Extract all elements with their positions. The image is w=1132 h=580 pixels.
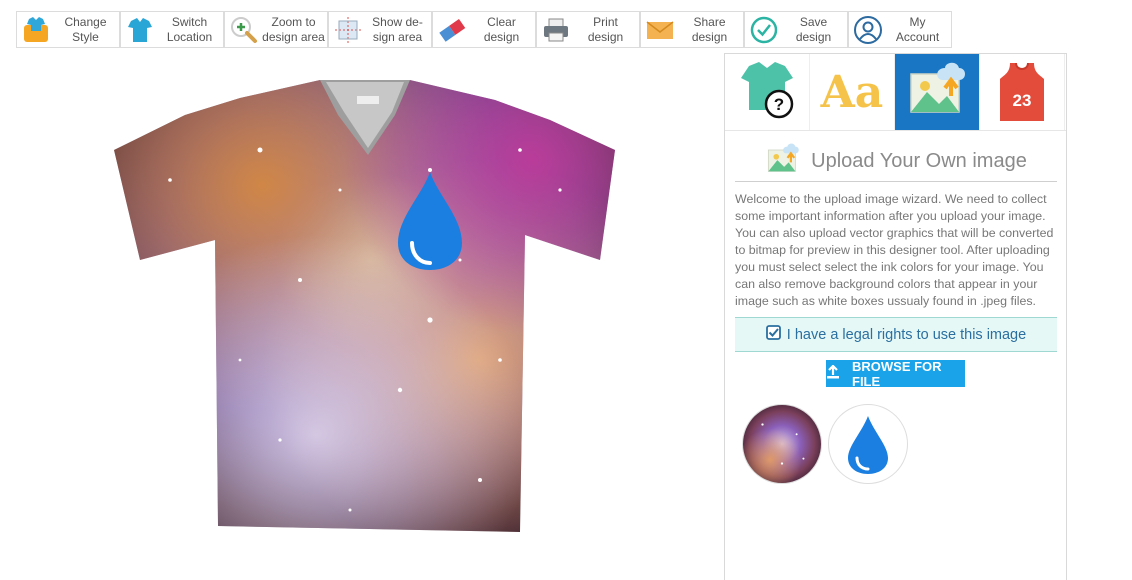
switch-location-button[interactable]: Switch Location <box>120 11 224 48</box>
print-design-button[interactable]: Print design <box>536 11 640 48</box>
browse-for-file-label: BROWSE FOR FILE <box>852 358 942 389</box>
upload-heading: Upload Your Own image <box>735 142 1057 182</box>
tab-upload-image[interactable] <box>895 54 980 130</box>
image-upload-icon <box>905 60 969 125</box>
upload-arrow-icon <box>826 364 840 382</box>
save-design-label: Save design <box>795 14 832 44</box>
shirt-basket-icon <box>20 14 52 46</box>
my-account-label: My Account <box>895 14 940 44</box>
tab-product-help[interactable]: ? <box>725 54 810 130</box>
design-area-icon <box>332 14 364 46</box>
legal-rights-checkbox[interactable]: I have a legal rights to use this image <box>735 317 1057 352</box>
galaxy-thumbnail[interactable] <box>742 404 822 484</box>
upload-description: Welcome to the upload image wizard. We n… <box>735 192 1054 308</box>
svg-text:?: ? <box>774 95 784 114</box>
checkmark-icon <box>748 14 780 46</box>
browse-for-file-button[interactable]: BROWSE FOR FILE <box>826 358 965 389</box>
save-design-button[interactable]: Save design <box>744 11 848 48</box>
tab-jersey[interactable]: 23 <box>980 54 1065 130</box>
change-style-button[interactable]: Change Style <box>16 11 120 48</box>
toolbar: Change Style Switch Location Zoom to des… <box>16 11 952 48</box>
switch-location-label: Switch Location <box>166 14 213 44</box>
envelope-icon <box>644 14 676 46</box>
tshirt-preview <box>114 80 615 532</box>
text-aa-icon: Aa <box>820 66 884 118</box>
tool-tabs: ? Aa 23 <box>725 54 1066 131</box>
tab-text[interactable]: Aa <box>810 54 895 130</box>
image-upload-small-icon <box>765 142 801 181</box>
upload-title: Upload Your Own image <box>811 150 1027 172</box>
zoom-design-area-button[interactable]: Zoom to design area <box>224 11 328 48</box>
water-drop-thumbnail[interactable] <box>828 404 908 484</box>
printer-icon <box>540 14 572 46</box>
shirt-switch-icon <box>124 14 156 46</box>
designer-side-panel: ? Aa 23 Upload Your Own image Welcome to… <box>724 53 1067 580</box>
shirt-question-icon: ? <box>735 60 799 125</box>
clear-design-label: Clear design <box>483 14 520 44</box>
design-canvas[interactable] <box>100 60 640 560</box>
jersey-icon: 23 <box>994 61 1050 123</box>
show-design-area-label: Show de- sign area <box>372 14 423 44</box>
print-design-label: Print design <box>587 14 624 44</box>
jersey-number: 23 <box>1012 91 1032 110</box>
clear-design-button[interactable]: Clear design <box>432 11 536 48</box>
zoom-in-icon <box>228 14 260 46</box>
uploaded-images <box>742 404 908 484</box>
my-account-button[interactable]: My Account <box>848 11 952 48</box>
change-style-label: Change Style <box>64 14 107 44</box>
eraser-icon <box>436 14 468 46</box>
user-icon <box>852 14 884 46</box>
zoom-design-area-label: Zoom to design area <box>262 14 325 44</box>
share-design-label: Share design <box>691 14 728 44</box>
checkbox-checked-icon <box>765 325 781 344</box>
share-design-button[interactable]: Share design <box>640 11 744 48</box>
legal-rights-label: I have a legal rights to use this image <box>786 326 1027 343</box>
show-design-area-button[interactable]: Show de- sign area <box>328 11 432 48</box>
